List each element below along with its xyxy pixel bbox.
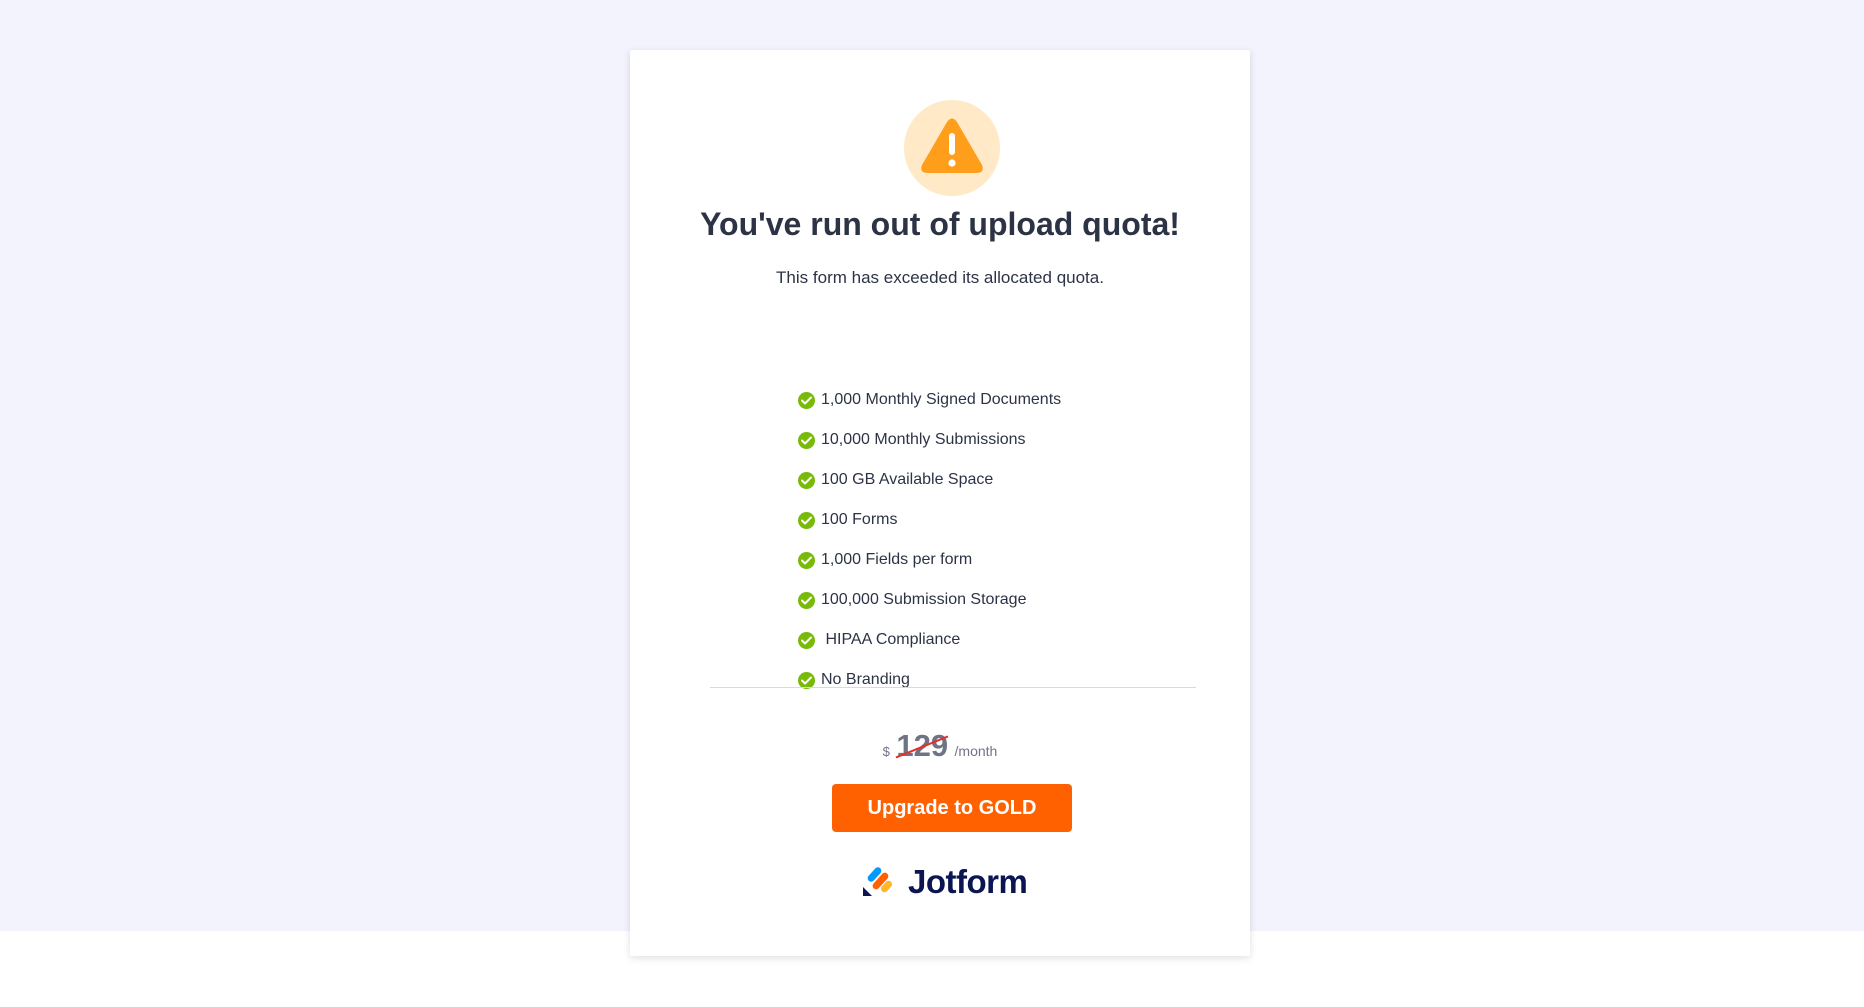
feature-item: 100 GB Available Space (798, 460, 1061, 500)
brand-name: Jotform (908, 863, 1028, 900)
warning-badge (904, 100, 1000, 196)
check-icon (798, 671, 815, 689)
check-icon (798, 471, 815, 489)
feature-label: 1,000 Fields per form (821, 551, 973, 568)
feature-item: HIPAA Compliance (798, 620, 1061, 660)
check-icon (798, 511, 815, 529)
jotform-logo: Jotform (862, 862, 1028, 902)
jotform-logo-icon (862, 863, 894, 902)
check-icon (798, 591, 815, 609)
upgrade-button[interactable]: Upgrade to GOLD (832, 784, 1072, 832)
feature-label: 10,000 Monthly Submissions (821, 431, 1026, 448)
check-icon (798, 551, 815, 569)
feature-label: 100 GB Available Space (821, 471, 994, 488)
feature-item: 10,000 Monthly Submissions (798, 420, 1061, 460)
feature-item: 100 Forms (798, 500, 1061, 540)
check-icon (798, 631, 815, 649)
feature-item: No Branding (798, 660, 1061, 700)
divider (710, 687, 1196, 688)
price-amount-struck: 129 (896, 728, 949, 763)
price-period: /month (954, 743, 998, 759)
dialog-title: You've run out of upload quota! (700, 206, 1180, 242)
feature-label: 1,000 Monthly Signed Documents (821, 391, 1062, 408)
feature-list: 1,000 Monthly Signed Documents 10,000 Mo… (798, 380, 1061, 700)
feature-label: 100 Forms (821, 511, 898, 528)
check-icon (798, 431, 815, 449)
check-icon (798, 391, 815, 409)
feature-item: 1,000 Monthly Signed Documents (798, 380, 1061, 420)
dialog-subtitle: This form has exceeded its allocated quo… (776, 268, 1104, 287)
price-currency: $ (882, 744, 890, 759)
feature-label: 100,000 Submission Storage (821, 591, 1027, 608)
feature-item: 1,000 Fields per form (798, 540, 1061, 580)
feature-label: HIPAA Compliance (821, 631, 961, 648)
quota-dialog: You've run out of upload quota! This for… (630, 50, 1250, 956)
price: $ 129 /month (630, 728, 1250, 764)
warning-icon (919, 117, 985, 180)
feature-item: 100,000 Submission Storage (798, 580, 1061, 620)
